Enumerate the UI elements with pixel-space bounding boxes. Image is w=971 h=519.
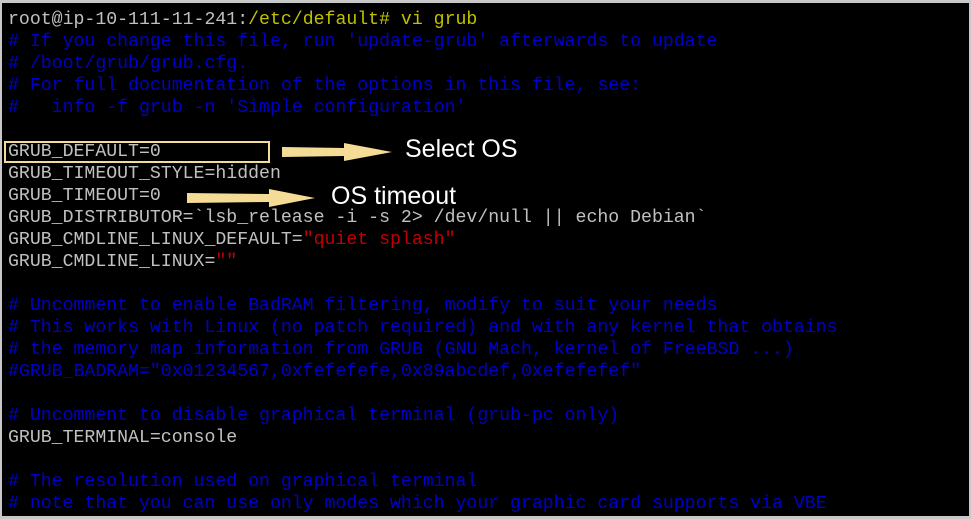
terminal-line: GRUB_TIMEOUT_STYLE=hidden — [8, 163, 969, 185]
terminal-line: GRUB_TERMINAL=console — [8, 427, 969, 449]
arrow-right-icon — [282, 143, 392, 161]
terminal-text-segment: #GRUB_BADRAM="0x01234567,0xfefefefe,0x89… — [8, 362, 642, 382]
terminal-text-segment: # the memory map information from GRUB (… — [8, 340, 794, 360]
terminal-text-segment: # This works with Linux (no patch requir… — [8, 318, 838, 338]
terminal-line: # note that you can use only modes which… — [8, 493, 969, 515]
terminal-text-segment: GRUB_CMDLINE_LINUX= — [8, 252, 216, 272]
terminal-output[interactable]: root@ip-10-111-11-241:/etc/default# vi g… — [8, 9, 969, 515]
terminal-line: GRUB_CMDLINE_LINUX="" — [8, 251, 969, 273]
terminal-text-segment: GRUB_TERMINAL=console — [8, 428, 238, 448]
terminal-line: GRUB_DISTRIBUTOR=`lsb_release -i -s 2> /… — [8, 207, 969, 229]
terminal-line: # info -f grub -n 'Simple configuration' — [8, 97, 969, 119]
terminal-window: root@ip-10-111-11-241:/etc/default# vi g… — [0, 0, 971, 519]
terminal-text-segment: # If you change this file, run 'update-g… — [8, 32, 718, 52]
terminal-line: # Uncomment to disable graphical termina… — [8, 405, 969, 427]
arrow-select-os-shape — [282, 143, 392, 161]
terminal-line: # The resolution used on graphical termi… — [8, 471, 969, 493]
terminal-text-segment: "quiet splash" — [302, 230, 456, 250]
terminal-line: # For full documentation of the options … — [8, 75, 969, 97]
os-timeout-label: OS timeout — [331, 182, 457, 210]
terminal-text-segment: # Uncomment to enable BadRAM filtering, … — [8, 296, 718, 316]
terminal-text-segment: /etc/default# vi grub — [248, 10, 478, 30]
terminal-text-segment: # For full documentation of the options … — [8, 76, 642, 96]
terminal-text-segment: GRUB_CMDLINE_LINUX_DEFAULT= — [8, 230, 303, 250]
terminal-line: #GRUB_BADRAM="0x01234567,0xfefefefe,0x89… — [8, 361, 969, 383]
terminal-text-segment: # note that you can use only modes which… — [8, 494, 827, 514]
terminal-line: # /boot/grub/grub.cfg. — [8, 53, 969, 75]
terminal-line: # Uncomment to enable BadRAM filtering, … — [8, 295, 969, 317]
terminal-text-segment: # The resolution used on graphical termi… — [8, 472, 478, 492]
terminal-line: # This works with Linux (no patch requir… — [8, 317, 969, 339]
terminal-text-segment: GRUB_DISTRIBUTOR=`lsb_release -i -s 2> /… — [8, 208, 707, 228]
terminal-text-segment: # info -f grub -n 'Simple configuration' — [8, 98, 467, 118]
terminal-text-segment: root@ip-10-111-11-241: — [8, 10, 249, 30]
terminal-text-segment: GRUB_TIMEOUT_STYLE=hidden — [8, 164, 281, 184]
terminal-text-segment: GRUB_TIMEOUT=0 — [8, 186, 161, 206]
select-os-label: Select OS — [405, 135, 518, 163]
terminal-text-segment: # /boot/grub/grub.cfg. — [8, 54, 249, 74]
arrow-os-timeout-shape — [187, 189, 315, 207]
highlight-box-grub-default — [4, 141, 270, 163]
terminal-line: GRUB_CMDLINE_LINUX_DEFAULT="quiet splash… — [8, 229, 969, 251]
arrow-right-icon — [187, 189, 315, 207]
terminal-line: # If you change this file, run 'update-g… — [8, 31, 969, 53]
terminal-line: # the memory map information from GRUB (… — [8, 339, 969, 361]
terminal-line: GRUB_TIMEOUT=0 — [8, 185, 969, 207]
terminal-text-segment: # Uncomment to disable graphical termina… — [8, 406, 620, 426]
terminal-line: root@ip-10-111-11-241:/etc/default# vi g… — [8, 9, 969, 31]
terminal-text-segment: "" — [215, 252, 238, 272]
